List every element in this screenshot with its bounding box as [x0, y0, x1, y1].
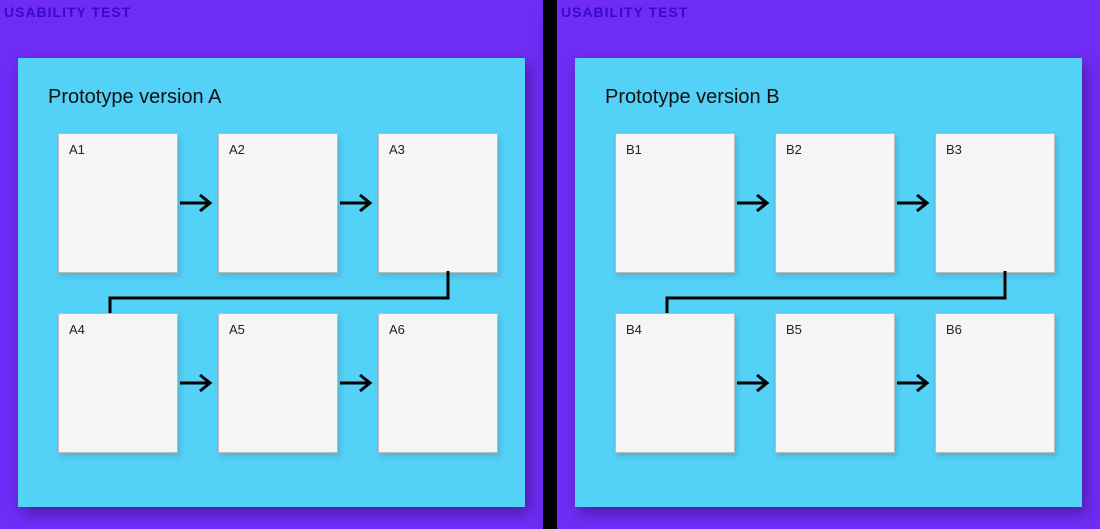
screen-row: B1 B2 B3 — [615, 133, 1055, 273]
usability-test-panel-a: USABILITY TEST Prototype version A A1 A2… — [0, 0, 543, 529]
arrow-right-icon — [338, 193, 378, 213]
screen-a3: A3 — [378, 133, 498, 273]
panel-label: USABILITY TEST — [561, 4, 688, 20]
screen-a4: A4 — [58, 313, 178, 453]
prototype-title: Prototype version A — [48, 86, 495, 109]
arrow-right-icon — [178, 193, 218, 213]
screens-area: A1 A2 A3 A4 A5 A6 — [48, 133, 495, 473]
panel-label: USABILITY TEST — [4, 4, 131, 20]
prototype-card-b: Prototype version B B1 B2 B3 B4 — [575, 58, 1082, 507]
arrow-right-icon — [735, 193, 775, 213]
prototype-card-a: Prototype version A A1 A2 A3 — [18, 58, 525, 507]
arrow-right-icon — [735, 373, 775, 393]
screen-a5: A5 — [218, 313, 338, 453]
prototype-title: Prototype version B — [605, 86, 1052, 109]
screen-b3: B3 — [935, 133, 1055, 273]
usability-test-panel-b: USABILITY TEST Prototype version B B1 B2… — [557, 0, 1100, 529]
screen-b4: B4 — [615, 313, 735, 453]
screen-row: B4 B5 B6 — [615, 313, 1055, 453]
screen-a1: A1 — [58, 133, 178, 273]
arrow-right-icon — [895, 373, 935, 393]
screen-a6: A6 — [378, 313, 498, 453]
screen-row: A4 A5 A6 — [58, 313, 498, 453]
screen-b1: B1 — [615, 133, 735, 273]
screen-b5: B5 — [775, 313, 895, 453]
screen-row: A1 A2 A3 — [58, 133, 498, 273]
arrow-right-icon — [895, 193, 935, 213]
screen-b6: B6 — [935, 313, 1055, 453]
screens-area: B1 B2 B3 B4 B5 B6 — [605, 133, 1052, 473]
screen-b2: B2 — [775, 133, 895, 273]
arrow-right-icon — [338, 373, 378, 393]
arrow-right-icon — [178, 373, 218, 393]
screen-a2: A2 — [218, 133, 338, 273]
